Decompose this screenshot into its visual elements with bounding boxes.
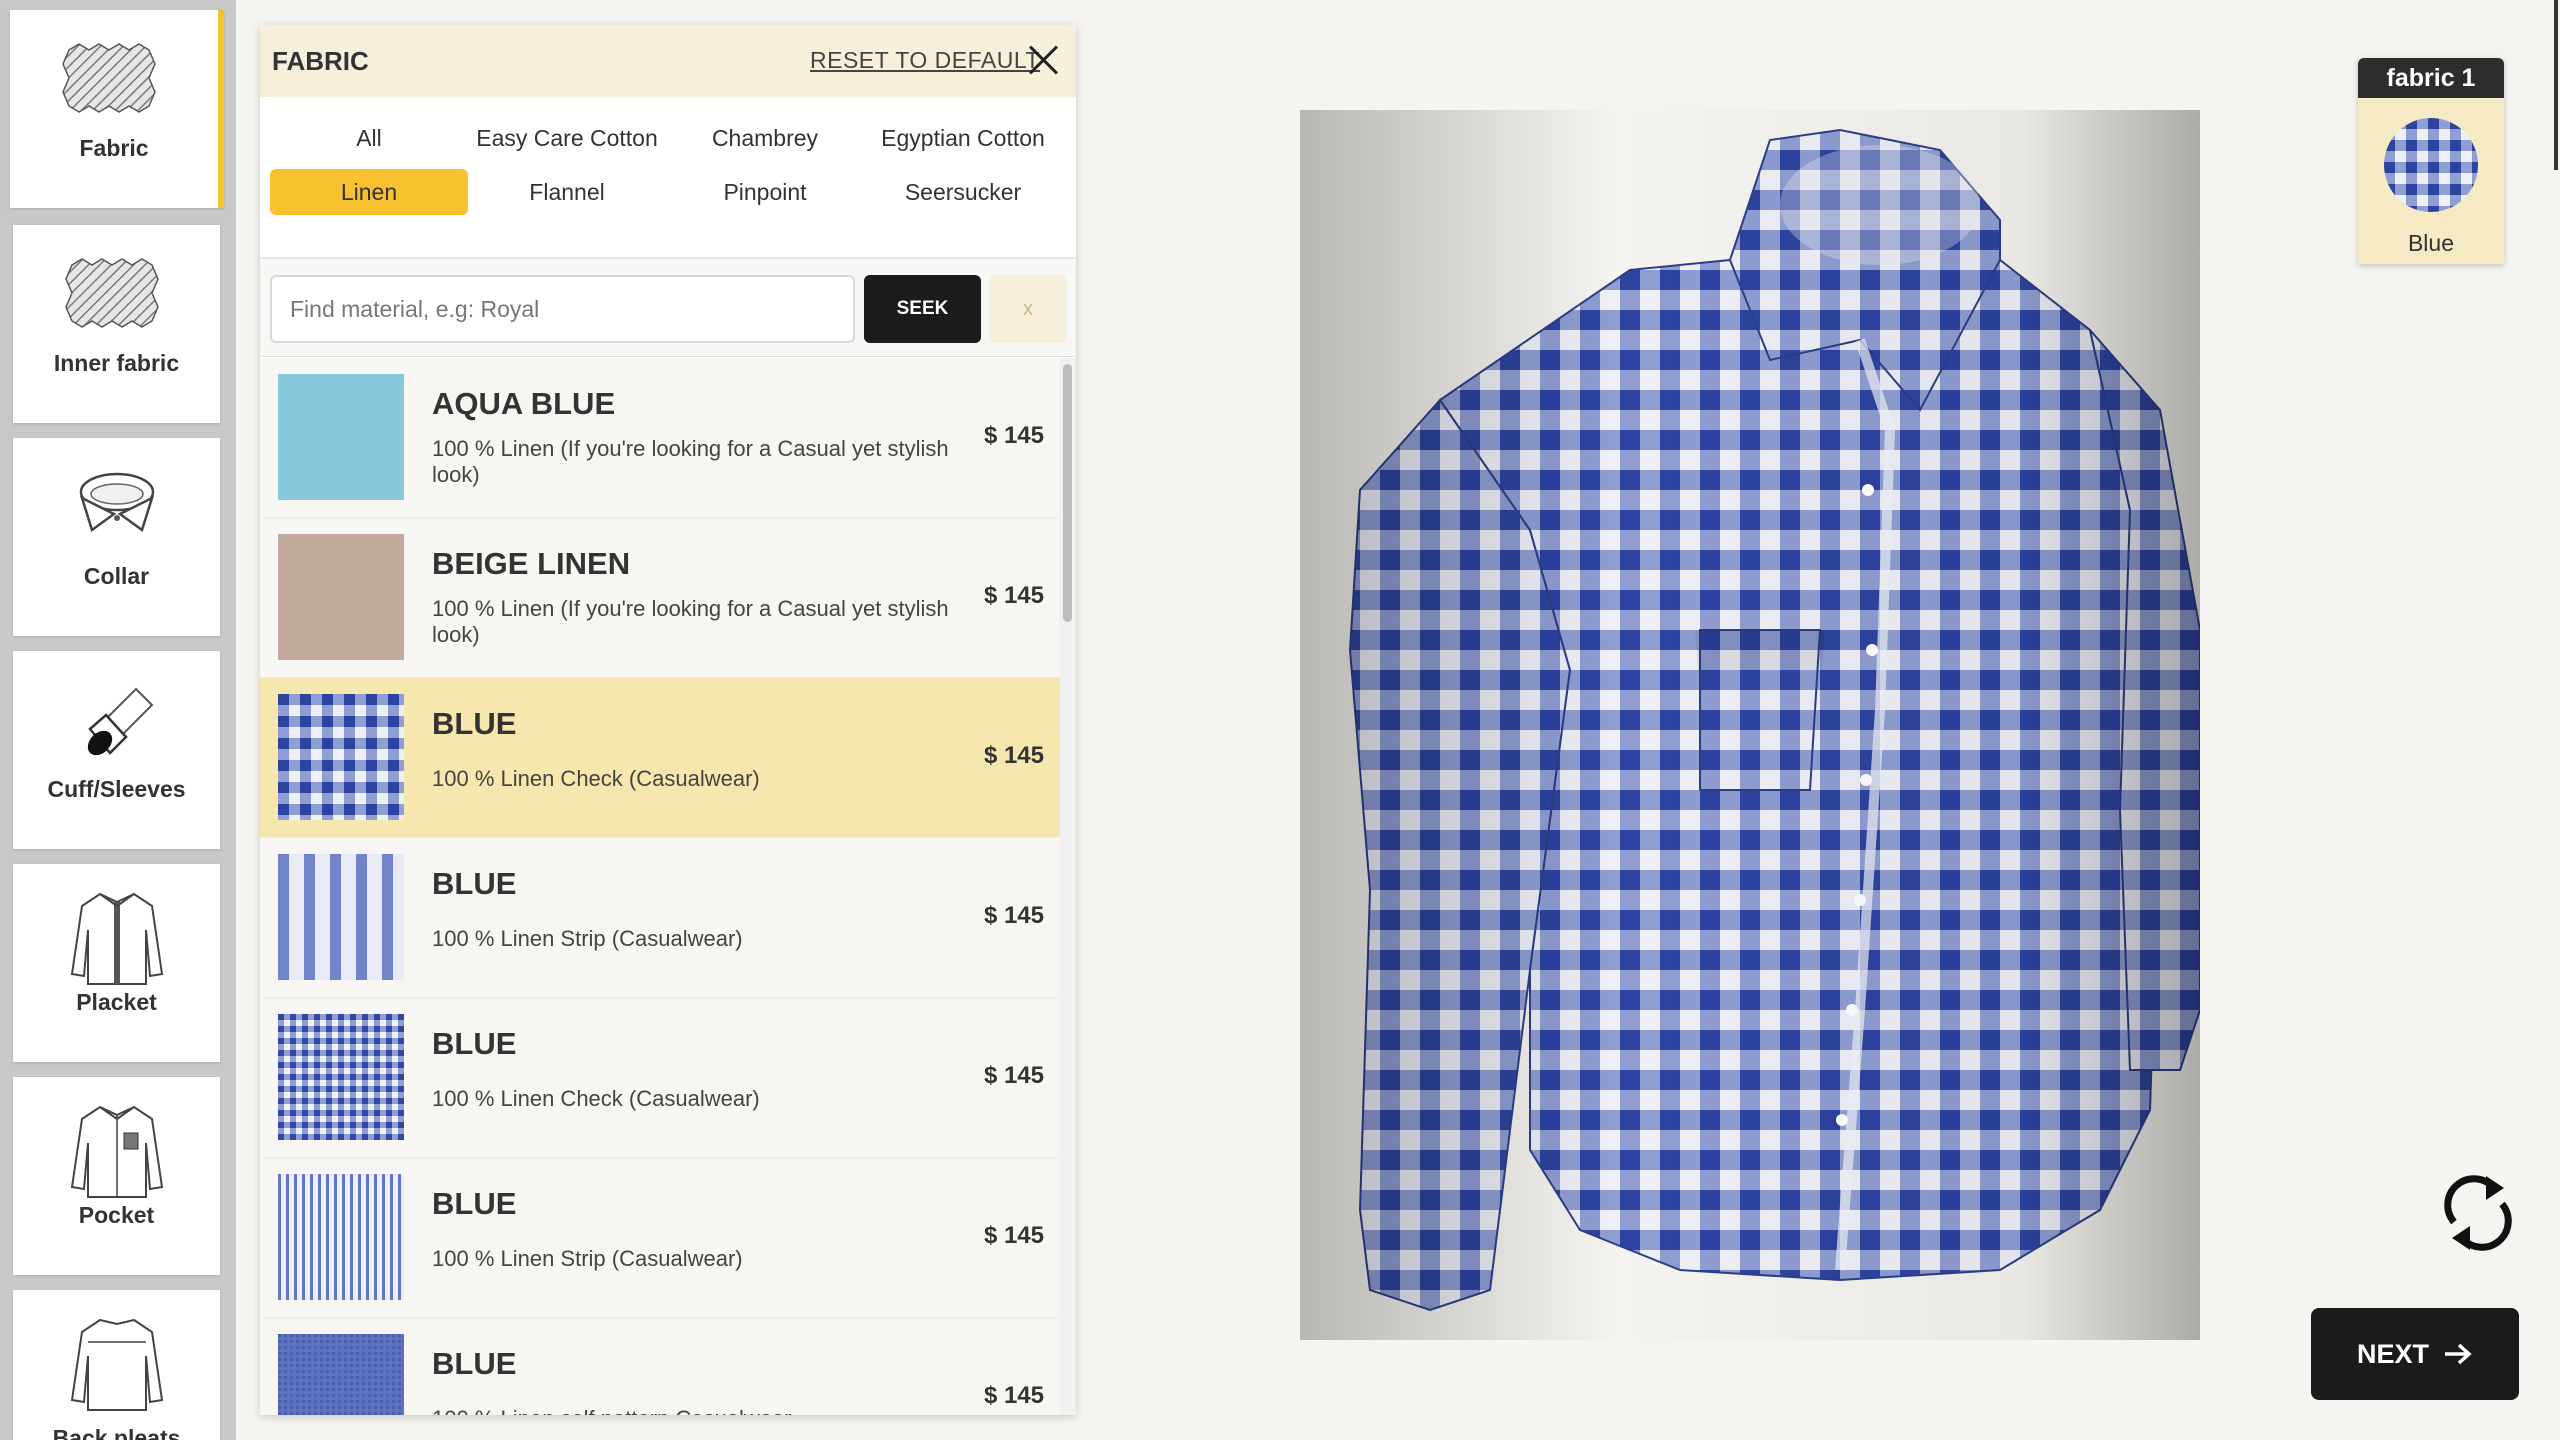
fabric-price: $ 145 bbox=[983, 1062, 1044, 1089]
fabric-list-item[interactable]: BLUE 100 % Linen Check (Casualwear) $ 14… bbox=[260, 998, 1060, 1158]
fabric-name: BLUE bbox=[432, 866, 517, 901]
reset-to-default-link[interactable]: RESET TO DEFAULT bbox=[810, 47, 1040, 74]
fabric-name: BEIGE LINEN bbox=[432, 546, 631, 581]
fabric-description: 100 % Linen self pattern Casualwear bbox=[432, 1406, 952, 1415]
pocket-shirt-icon bbox=[70, 1105, 163, 1198]
close-icon[interactable] bbox=[1022, 39, 1064, 81]
chip-label: Blue bbox=[2407, 230, 2455, 256]
fabric-price: $ 145 bbox=[983, 422, 1044, 449]
fabric-name: AQUA BLUE bbox=[432, 386, 616, 421]
shirt-preview[interactable] bbox=[1300, 110, 2200, 1340]
fabric-description: 100 % Linen Check (Casualwear) bbox=[432, 766, 760, 791]
fabric-price: $ 145 bbox=[983, 902, 1044, 929]
next-button[interactable]: NEXT bbox=[2311, 1308, 2519, 1400]
fabric-price: $ 145 bbox=[983, 582, 1044, 609]
fabric-description: 100 % Linen Strip (Casualwear) bbox=[432, 1246, 743, 1271]
cuff-icon bbox=[87, 687, 153, 756]
fabric-price: $ 145 bbox=[983, 742, 1044, 769]
category-cuff-sleeves[interactable]: Cuff/Sleeves bbox=[13, 651, 220, 849]
fabric-name: BLUE bbox=[432, 1186, 517, 1221]
fabric-name: BLUE bbox=[432, 1346, 517, 1381]
fabric-name: BLUE bbox=[432, 1026, 517, 1061]
category-placket[interactable]: Placket bbox=[13, 864, 220, 1062]
category-collar[interactable]: Collar bbox=[13, 438, 220, 636]
category-fabric[interactable]: Fabric bbox=[10, 10, 224, 208]
fabric-swatch-stripe-fine bbox=[278, 1174, 404, 1300]
fabric-swatch-self-pattern bbox=[278, 1334, 404, 1415]
material-search-input[interactable] bbox=[270, 275, 855, 343]
search-bar: SEEK x bbox=[260, 259, 1076, 357]
fabric-price: $ 145 bbox=[983, 1382, 1044, 1409]
tab-chambrey[interactable]: Chambrey bbox=[666, 115, 864, 161]
fabric-list-item[interactable]: BLUE 100 % Linen Strip (Casualwear) $ 14… bbox=[260, 838, 1060, 998]
category-inner-fabric[interactable]: Inner fabric bbox=[13, 225, 220, 423]
fabric-list-item[interactable]: BLUE 100 % Linen Strip (Casualwear) $ 14… bbox=[260, 1158, 1060, 1318]
chip-swatch bbox=[2384, 118, 2478, 212]
fabric-description: 100 % Linen Check (Casualwear) bbox=[432, 1086, 760, 1111]
category-label: Back pleats bbox=[52, 1425, 181, 1440]
fabric-swatch-check-large bbox=[278, 694, 404, 820]
next-label: NEXT bbox=[2356, 1338, 2429, 1369]
selected-fabric-chip[interactable]: fabric 1 Blue bbox=[2358, 58, 2504, 264]
fabric-name: BLUE bbox=[432, 706, 517, 741]
fabric-price: $ 145 bbox=[983, 1222, 1044, 1249]
scroll-indicator bbox=[2554, 0, 2558, 170]
fabric-description: 100 % Linen (If you're looking for a Cas… bbox=[432, 596, 949, 647]
fabric-description: 100 % Linen Strip (Casualwear) bbox=[432, 926, 743, 951]
fabric-list-item[interactable]: BEIGE LINEN 100 % Linen (If you're looki… bbox=[260, 518, 1060, 678]
rotate-icon[interactable] bbox=[2440, 1170, 2516, 1256]
category-sidebar: Fabric Inner fabric Collar Cuff/Sleeves bbox=[0, 0, 236, 1440]
fabric-list: AQUA BLUE 100 % Linen (If you're looking… bbox=[260, 358, 1060, 1415]
tab-egyptian-cotton[interactable]: Egyptian Cotton bbox=[864, 115, 1062, 161]
fabric-list-item[interactable]: AQUA BLUE 100 % Linen (If you're looking… bbox=[260, 358, 1060, 518]
chip-title: fabric 1 bbox=[2358, 58, 2504, 98]
inner-fabric-swatch-icon bbox=[64, 258, 159, 328]
tab-seersucker[interactable]: Seersucker bbox=[864, 169, 1062, 215]
placket-shirt-icon bbox=[70, 892, 163, 985]
fabric-list-scrollbar[interactable] bbox=[1060, 358, 1076, 1415]
fabric-list-item[interactable]: BLUE 100 % Linen self pattern Casualwear… bbox=[260, 1318, 1060, 1415]
fabric-swatch-beige bbox=[278, 534, 404, 660]
fabric-swatch-icon bbox=[62, 43, 156, 113]
fabric-description: 100 % Linen (If you're looking for a Cas… bbox=[432, 436, 949, 487]
scrollbar-thumb[interactable] bbox=[1063, 364, 1072, 622]
collar-icon bbox=[79, 472, 154, 533]
fabric-swatch-stripe-wide bbox=[278, 854, 404, 980]
fabric-category-tabs: All Easy Care Cotton Chambrey Egyptian C… bbox=[260, 97, 1076, 259]
fabric-swatch-check-small bbox=[278, 1014, 404, 1140]
fabric-panel: FABRIC RESET TO DEFAULT All Easy Care Co… bbox=[260, 25, 1076, 1415]
tab-pinpoint[interactable]: Pinpoint bbox=[666, 169, 864, 215]
seek-button[interactable]: SEEK bbox=[864, 275, 981, 343]
tab-linen[interactable]: Linen bbox=[270, 169, 468, 215]
panel-header: FABRIC RESET TO DEFAULT bbox=[260, 25, 1076, 97]
category-back-pleats[interactable]: Back pleats bbox=[13, 1290, 220, 1440]
tab-all[interactable]: All bbox=[270, 115, 468, 161]
category-pocket[interactable]: Pocket bbox=[13, 1077, 220, 1275]
arrow-right-icon bbox=[2445, 1343, 2472, 1365]
fabric-list-item-selected[interactable]: BLUE 100 % Linen Check (Casualwear) $ 14… bbox=[260, 678, 1060, 838]
clear-search-button[interactable]: x bbox=[990, 275, 1066, 343]
tab-easy-care-cotton[interactable]: Easy Care Cotton bbox=[468, 115, 666, 161]
back-shirt-icon bbox=[70, 1318, 163, 1411]
panel-title: FABRIC bbox=[272, 45, 369, 76]
fabric-swatch-aqua bbox=[278, 374, 404, 500]
tab-flannel[interactable]: Flannel bbox=[468, 169, 666, 215]
